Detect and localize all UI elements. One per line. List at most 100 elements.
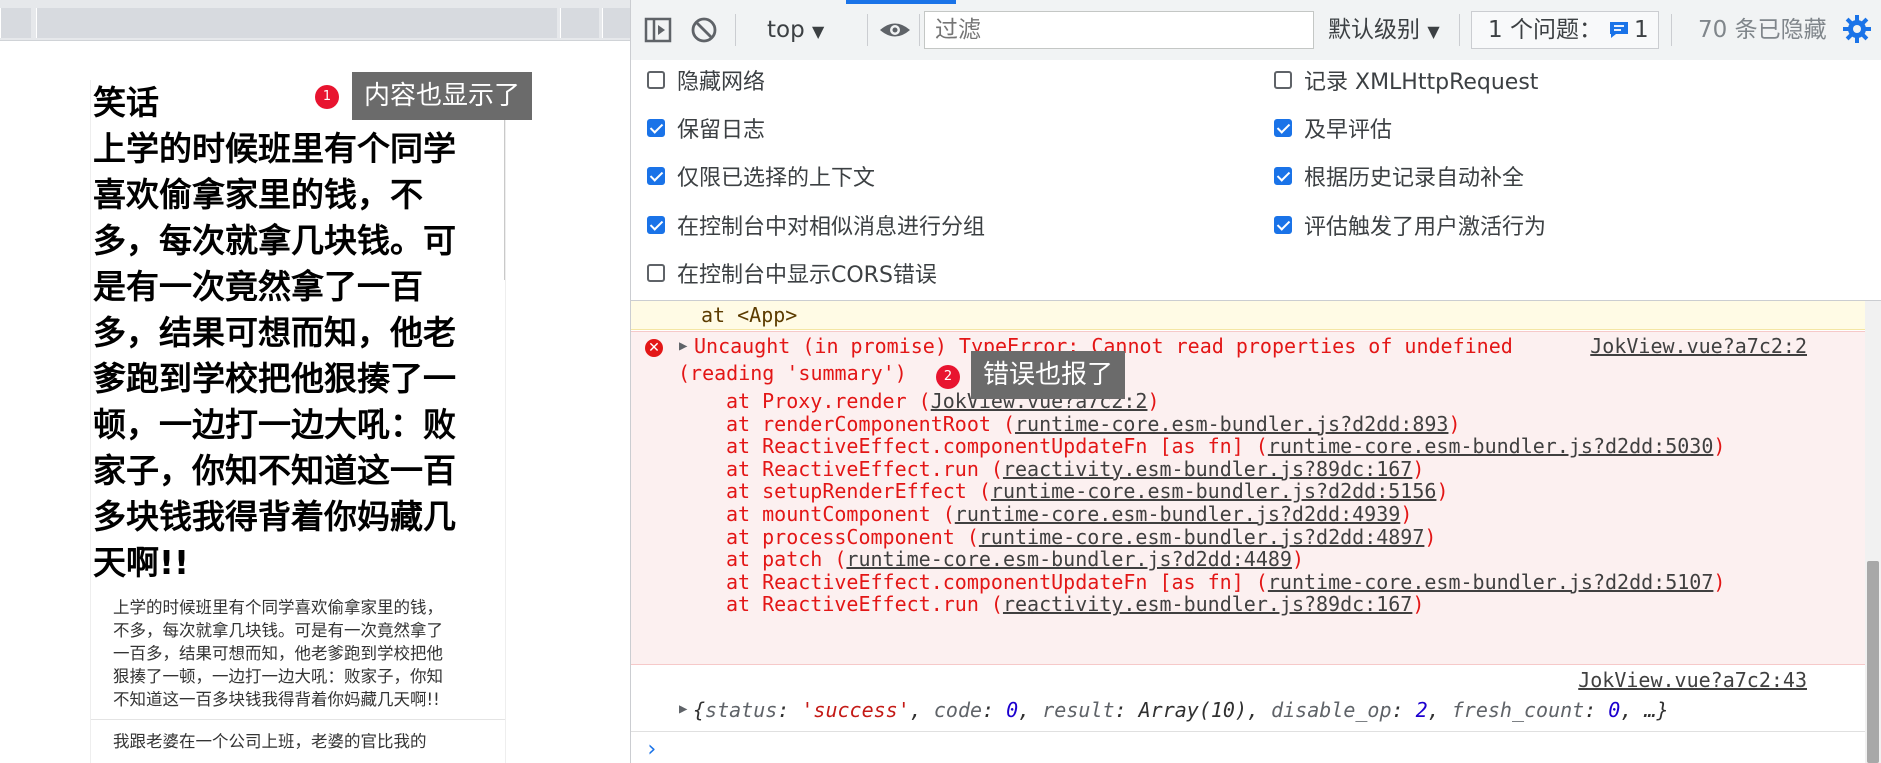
checkbox[interactable] [647, 167, 665, 185]
setting-label: 仅限已选择的上下文 [677, 166, 876, 191]
setting-label: 记录 XMLHttpRequest [1304, 70, 1539, 95]
stack-frame-link[interactable]: runtime-core.esm-bundler.js?d2dd:4897 [979, 525, 1425, 549]
filter-input[interactable] [924, 11, 1314, 49]
stack-frame-text: ) [1400, 502, 1413, 526]
checkbox[interactable] [1274, 119, 1292, 137]
log-level-label: 默认级别 [1328, 17, 1420, 43]
stack-frame-link[interactable]: reactivity.esm-bundler.js?89dc:167 [1003, 592, 1412, 616]
device-toolbar [0, 0, 630, 41]
stack-frame-text: ) [1291, 547, 1304, 572]
stack-frame-text: at setupRenderEffect ( [726, 479, 991, 504]
joke-headline-line: 多块钱我得背着你妈藏几 [93, 497, 456, 536]
stack-frame-text: at mountComponent ( [726, 502, 955, 526]
setting-label: 及早评估 [1304, 118, 1393, 143]
joke-headline-line: 家子，你知不知道这一百 [93, 451, 456, 490]
joke-headline-line: 爹跑到学校把他狠揍了一 [93, 359, 456, 398]
checkbox[interactable] [1274, 216, 1292, 234]
stack-frame-link[interactable]: runtime-core.esm-bundler.js?d2dd:5030 [1268, 434, 1714, 458]
message-icon [1608, 20, 1630, 44]
checkbox[interactable] [647, 71, 665, 89]
joke-body: 上学的时候班里有个同学喜欢偷拿家里的钱， 不多，每次就拿几块钱。可是有一次竟然拿了… [91, 586, 505, 719]
stack-frame-link[interactable]: runtime-core.esm-bundler.js?d2dd:893 [1015, 412, 1448, 436]
scrollbar-thumb[interactable] [1867, 561, 1879, 763]
obj-key: status [705, 698, 778, 722]
setting-label: 保留日志 [677, 118, 766, 143]
checkbox[interactable] [647, 119, 665, 137]
joke-headline-line: 天啊!! [93, 543, 190, 582]
obj-key: fresh_count [1451, 698, 1585, 722]
stack-frame-link[interactable]: runtime-core.esm-bundler.js?d2dd:4489 [846, 547, 1292, 571]
obj-value: 2 [1415, 698, 1428, 722]
error-message: ✕ ▶ Uncaught (in promise) TypeError: Can… [631, 331, 1865, 665]
setting-group-similar[interactable]: 在控制台中对相似消息进行分组 [647, 210, 985, 240]
stack-frame-link[interactable]: runtime-core.esm-bundler.js?d2dd:5156 [991, 479, 1437, 503]
stack-frame-link[interactable]: runtime-core.esm-bundler.js?d2dd:4939 [955, 502, 1401, 526]
setting-user-activation[interactable]: 评估触发了用户激活行为 [1274, 210, 1546, 240]
setting-selected-context[interactable]: 仅限已选择的上下文 [647, 161, 875, 191]
setting-autocomplete-history[interactable]: 根据历史记录自动补全 [1274, 161, 1524, 191]
checkbox[interactable] [1274, 71, 1292, 89]
chevron-down-icon: ▼ [812, 22, 825, 41]
toolbar-segment [560, 8, 599, 38]
error-icon: ✕ [645, 339, 663, 357]
checkbox[interactable] [1274, 167, 1292, 185]
setting-eager-eval[interactable]: 及早评估 [1274, 113, 1392, 143]
console-prompt[interactable]: › [645, 737, 658, 762]
setting-label: 隐藏网络 [677, 70, 766, 95]
stack-frame-text: at renderComponentRoot ( [726, 411, 1015, 436]
warning-message: at <App> [631, 301, 1865, 330]
stack-frame-link[interactable]: runtime-core.esm-bundler.js?d2dd:5107 [1268, 570, 1714, 594]
log-level-selector[interactable]: 默认级别 ▼ [1328, 15, 1440, 47]
setting-show-cors[interactable]: 在控制台中显示CORS错误 [647, 258, 937, 288]
toolbar-separator [919, 14, 920, 46]
stack-frame-text: ) [1448, 411, 1461, 436]
setting-label: 评估触发了用户激活行为 [1304, 215, 1547, 240]
expand-triangle-icon[interactable]: ▶ [679, 338, 687, 354]
active-tab-indicator [846, 0, 956, 4]
clear-console-icon[interactable] [689, 15, 719, 51]
stack-frame-link[interactable]: reactivity.esm-bundler.js?89dc:167 [1003, 457, 1412, 481]
gear-icon[interactable] [1841, 13, 1873, 50]
expand-triangle-icon[interactable]: ▶ [679, 701, 687, 717]
stack-frame-text: at ReactiveEffect.componentUpdateFn [as … [726, 434, 1268, 459]
toolbar-separator [735, 14, 736, 46]
hidden-count: 70 条已隐藏 [1698, 17, 1827, 43]
setting-preserve-log[interactable]: 保留日志 [647, 113, 765, 143]
setting-hide-network[interactable]: 隐藏网络 [647, 65, 765, 95]
checkbox[interactable] [647, 264, 665, 282]
obj-key: code [933, 698, 983, 722]
chevron-down-icon: ▼ [1427, 22, 1440, 41]
joke-headline-line: 多，每次就拿几块钱。可 [93, 221, 456, 260]
setting-label: 根据历史记录自动补全 [1304, 166, 1525, 191]
toolbar-segment [36, 8, 557, 38]
error-source-link[interactable]: JokView.vue?a7c2:2 [1590, 333, 1807, 360]
joke-headline-line: 是有一次竟然拿了一百 [93, 267, 423, 306]
obj-key: result [1042, 698, 1115, 722]
joke-headline-line: 多，结果可想而知，他老 [93, 313, 456, 352]
devtools-console: top ▼ 默认级别 ▼ 1 个问题： 1 70 条已隐藏 隐藏网络 保留日志 … [631, 0, 1881, 763]
annotation-tooltip-2: 错误也报了 [971, 351, 1126, 399]
log-source-link[interactable]: JokView.vue?a7c2:43 [1578, 667, 1807, 694]
stack-frame-text: at ReactiveEffect.componentUpdateFn [as … [726, 569, 1268, 594]
joke-headline: 上学的时候班里有个同学 喜欢偷拿家里的钱，不 多，每次就拿几块钱。可 是有一次竟然拿了… [91, 126, 505, 586]
issues-button[interactable]: 1 个问题： 1 [1471, 11, 1659, 49]
annotation-badge-1: 1 [315, 85, 339, 109]
stack-frame-text: ) [1713, 569, 1726, 594]
setting-log-xhr[interactable]: 记录 XMLHttpRequest [1274, 65, 1538, 95]
checkbox[interactable] [647, 216, 665, 234]
console-scrollbar[interactable] [1865, 301, 1881, 763]
joke-body-line: 不知道这一百多块钱我得背着你妈藏几天啊!! [113, 690, 440, 709]
log-message: JokView.vue?a7c2:43 ▶ {status: 'success'… [631, 665, 1865, 732]
stack-frame-text: ) [1436, 479, 1449, 504]
warning-text: at <App> [701, 303, 798, 327]
obj-value: Array(10) [1138, 698, 1247, 722]
sidebar-toggle-icon[interactable] [643, 15, 673, 51]
toolbar-segment [0, 8, 31, 38]
stack-frame-text: ) [1713, 434, 1726, 459]
context-selector[interactable]: top ▼ [767, 15, 824, 47]
mobile-viewport[interactable]: 笑话 上学的时候班里有个同学 喜欢偷拿家里的钱，不 多，每次就拿几块钱。可 是有一次竟… [90, 80, 506, 763]
eye-icon[interactable] [878, 15, 912, 51]
obj-ellipsis: … [1644, 698, 1657, 722]
log-object[interactable]: {status: 'success', code: 0, result: Arr… [693, 697, 1669, 724]
joke-body-line: 不多，每次就拿几块钱。可是有一次竟然拿了 [113, 621, 443, 640]
